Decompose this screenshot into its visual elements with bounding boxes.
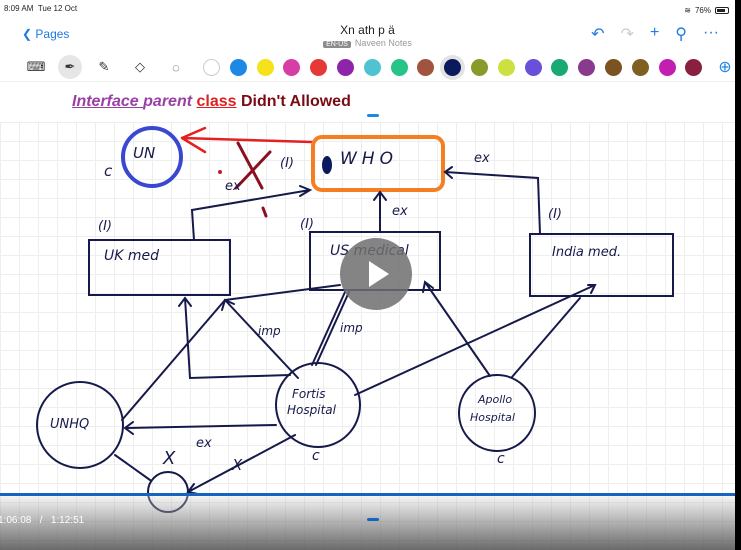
current-time: 1:06:08 <box>0 515 32 526</box>
chapter-marker <box>367 518 379 521</box>
video-time: 1:06:08 / 1:12:51 <box>0 515 84 526</box>
video-progress-bar[interactable] <box>0 493 735 496</box>
play-icon <box>369 261 389 287</box>
video-controls <box>0 495 735 550</box>
uk-to-who-arrow <box>190 185 313 241</box>
apollo-label-2: Hospital <box>470 411 515 424</box>
fortis-class-mark: c <box>312 448 320 464</box>
red-arrow <box>180 126 314 154</box>
red-dot <box>218 170 222 174</box>
fortis-label-2: Hospital <box>287 403 337 417</box>
unhq-ex-label: ex <box>196 436 212 451</box>
uk-ex-label: ex <box>225 179 241 194</box>
india-to-who-arrow <box>443 166 541 235</box>
time-separator: / <box>39 515 43 526</box>
unhq-to-small-line <box>114 454 151 481</box>
cross-mark-2: X <box>231 456 243 474</box>
duration: 1:12:51 <box>50 515 85 526</box>
fortis-to-unhq-arrow <box>123 421 277 435</box>
india-ex-label: ex <box>474 151 490 166</box>
apollo-to-us-arrow <box>422 280 491 377</box>
fortis-to-uk-implements <box>221 298 299 379</box>
us-interface-mark: (I) <box>300 217 314 232</box>
india-interface-mark: (I) <box>548 207 562 222</box>
notes-app: 8:09 AM Tue 12 Oct ≋ 76% ❮ Pages Xn ath p… <box>0 0 735 550</box>
who-label: WHO <box>340 149 398 169</box>
us-to-who-arrow <box>373 190 387 233</box>
who-interface-mark: (I) <box>280 156 294 171</box>
unhq-label: UNHQ <box>50 417 89 432</box>
play-button[interactable] <box>340 238 412 310</box>
who-dot <box>322 156 332 174</box>
dark-red-cross <box>234 141 272 190</box>
cross-mark-1: X <box>162 448 176 469</box>
red-dash <box>261 206 268 218</box>
unhq-to-uk-line <box>121 299 226 421</box>
un-class-mark: c <box>104 162 113 180</box>
uk-med-label: UK med <box>104 248 159 264</box>
apollo-class-mark: c <box>497 451 505 467</box>
imp-label-1: imp <box>258 324 281 338</box>
uk-interface-mark: (I) <box>98 219 112 234</box>
uk-us-link <box>224 284 341 301</box>
us-ex-label: ex <box>392 204 408 219</box>
imp-label-2: imp <box>340 321 363 335</box>
apollo-label-1: Apollo <box>477 393 512 406</box>
fortis-label-1: Fortis <box>292 387 325 401</box>
india-med-label: India med. <box>552 245 621 260</box>
india-med-box <box>529 233 674 297</box>
apollo-to-india-line <box>511 297 581 378</box>
un-label: UN <box>133 144 155 162</box>
